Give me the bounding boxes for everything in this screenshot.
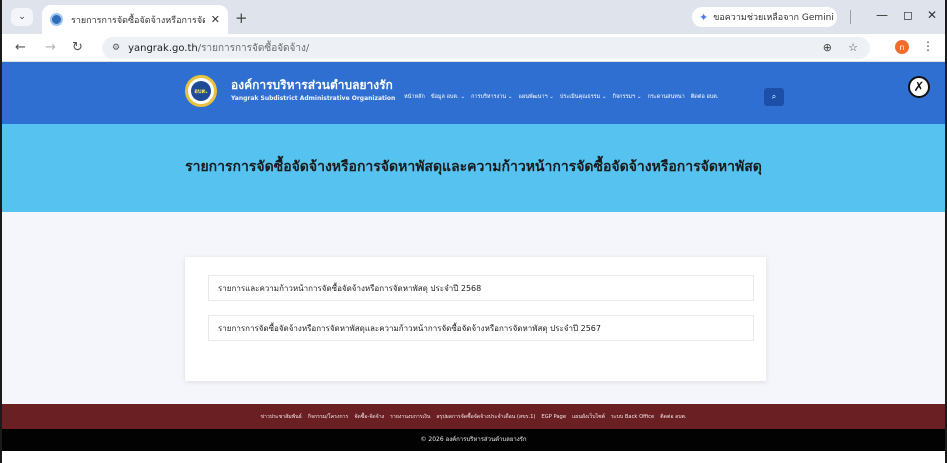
- new-tab-icon[interactable]: +: [235, 9, 248, 27]
- restore-icon[interactable]: ◻: [903, 8, 913, 22]
- gemini-label: ขอความช่วยเหลือจาก Gemini: [713, 13, 834, 23]
- org-name-en: Yangrak Subdistrict Administrative Organ…: [231, 95, 396, 102]
- footer-link-monthly-summary[interactable]: สรุปผลการจัดซื้อจัดจ้างประจำเดือน (สขร.1…: [436, 413, 535, 421]
- browser-window: ⌄ รายการการจัดซื้อจัดจ้างหรือการจัด... ✕…: [0, 0, 947, 463]
- nav-activities[interactable]: กิจกรรมฯ ⌄: [613, 93, 642, 101]
- nav-webboard[interactable]: กระดานสนทนา: [647, 93, 684, 101]
- url-host: yangrak.go.th: [128, 42, 198, 54]
- logo-emblem: อบต.: [191, 81, 211, 101]
- browser-toolbar: ← → ↻ ⚙ yangrak.go.th /รายการการจัดซื้อจ…: [2, 34, 945, 62]
- document-list-card: รายการและความก้าวหน้าการจัดซื้อจัดจ้างหร…: [185, 257, 766, 381]
- footer-link-activities[interactable]: กิจกรรม/โครงการ: [308, 413, 348, 421]
- back-arrow-icon[interactable]: ←: [15, 40, 26, 55]
- tab-title: รายการการจัดซื้อจัดจ้างหรือการจัด...: [71, 15, 205, 26]
- url-path: /รายการการจัดซื้อจัดจ้าง/: [197, 42, 310, 54]
- forward-arrow-icon[interactable]: →: [45, 40, 56, 55]
- footer-link-sitemap[interactable]: แผนผังเว็บไซต์: [572, 413, 605, 421]
- document-link-2567[interactable]: รายการการจัดซื้อจัดจ้างหรือการจัดหาพัสดุ…: [208, 315, 754, 341]
- document-link-2568[interactable]: รายการและความก้าวหน้าการจัดซื้อจัดจ้างหร…: [208, 275, 754, 301]
- footer-link-financial-report[interactable]: รายงานงบการเงิน: [390, 413, 430, 421]
- gemini-sparkle-icon: ✦: [699, 10, 709, 24]
- site-header: อบต. องค์การบริหารส่วนตำบลยางรัก Yangrak…: [2, 62, 945, 124]
- address-bar[interactable]: ⚙ yangrak.go.th /รายการการจัดซื้อจัดจ้าง…: [102, 37, 870, 59]
- nav-home[interactable]: หน้าหลัก: [404, 93, 425, 101]
- org-name[interactable]: องค์การบริหารส่วนตำบลยางรัก: [231, 76, 393, 95]
- search-icon[interactable]: ⌕: [764, 88, 784, 106]
- footer-link-contact[interactable]: ติดต่อ อบต.: [660, 413, 686, 421]
- page-title: รายการการจัดซื้อจัดจ้างหรือการจัดหาพัสดุ…: [185, 159, 762, 175]
- footer-link-news[interactable]: ข่าวประชาสัมพันธ์: [260, 413, 301, 421]
- tab-search-chevron-icon[interactable]: ⌄: [11, 8, 33, 26]
- reload-icon[interactable]: ↻: [72, 40, 83, 55]
- footer-links: ข่าวประชาสัมพันธ์ กิจกรรม/โครงการ จัดซื้…: [2, 404, 945, 429]
- tab-separator: [850, 10, 851, 24]
- bookmark-star-icon[interactable]: ☆: [848, 41, 858, 54]
- main-nav: หน้าหลัก ข้อมูล อบต. ⌄ การบริหารงาน ⌄ แผ…: [404, 93, 719, 101]
- minimize-icon[interactable]: —: [876, 8, 888, 22]
- nav-contact[interactable]: ติดต่อ อบต.: [691, 93, 719, 101]
- window-close-icon[interactable]: ✕: [927, 8, 937, 22]
- nav-about[interactable]: ข้อมูล อบต. ⌄: [431, 93, 465, 101]
- nav-development-plan[interactable]: แผนพัฒนาฯ ⌄: [518, 93, 553, 101]
- site-logo[interactable]: อบต.: [185, 75, 217, 107]
- footer-link-egp[interactable]: EGP Page: [541, 414, 566, 420]
- tab-active[interactable]: รายการการจัดซื้อจัดจ้างหรือการจัด... ✕: [42, 5, 228, 34]
- nav-integrity-assessment[interactable]: ประเมินคุณธรรม ⌄: [560, 93, 607, 101]
- accessibility-icon[interactable]: ✗: [908, 76, 930, 98]
- browser-menu-icon[interactable]: ⋮: [922, 39, 934, 53]
- footer-link-procurement[interactable]: จัดซื้อ-จัดจ้าง: [354, 413, 384, 421]
- tab-close-icon[interactable]: ✕: [211, 13, 220, 26]
- copyright: © 2026 องค์การบริหารส่วนตำบลยางรัก: [2, 429, 945, 451]
- page-hero: รายการการจัดซื้อจัดจ้างหรือการจัดหาพัสดุ…: [2, 124, 945, 212]
- profile-avatar[interactable]: n: [895, 40, 909, 54]
- nav-administration[interactable]: การบริหารงาน ⌄: [471, 93, 512, 101]
- zoom-icon[interactable]: ⊕: [823, 41, 832, 54]
- tab-bar: ⌄ รายการการจัดซื้อจัดจ้างหรือการจัด... ✕…: [2, 0, 945, 34]
- gemini-button[interactable]: ✦ ขอความช่วยเหลือจาก Gemini: [692, 7, 837, 27]
- main-content: รายการและความก้าวหน้าการจัดซื้อจัดจ้างหร…: [2, 212, 945, 404]
- site-favicon-icon: [50, 13, 63, 26]
- bottom-strip: [2, 451, 945, 463]
- site-settings-icon[interactable]: ⚙: [112, 43, 120, 53]
- footer-link-back-office[interactable]: ระบบ Back Office: [611, 413, 654, 421]
